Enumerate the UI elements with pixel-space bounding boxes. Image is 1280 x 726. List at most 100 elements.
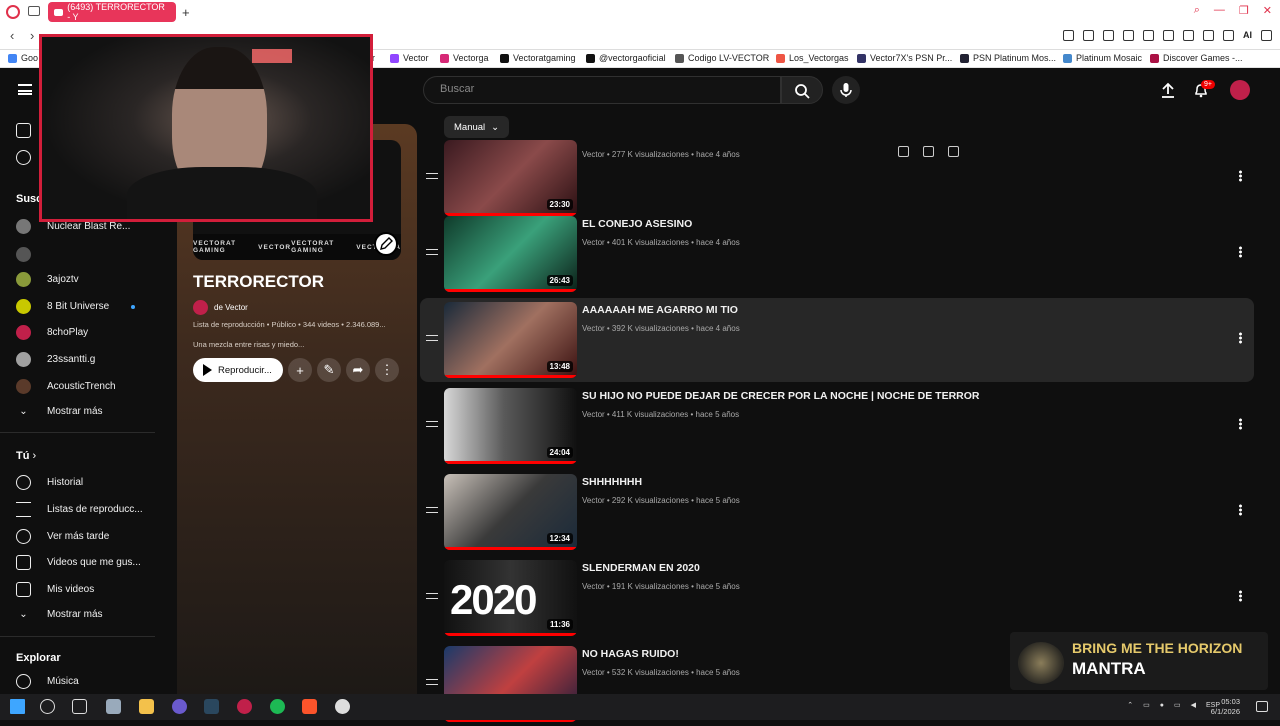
menu-icon[interactable]: [1261, 30, 1272, 41]
search-button[interactable]: [781, 76, 823, 104]
playlist-video-row[interactable]: 24:04 SU HIJO NO PUEDE DEJAR DE CRECER P…: [420, 384, 1254, 468]
bookmark-item[interactable]: Vector7X's PSN Pr...: [857, 53, 952, 63]
sidebar-item-playlists[interactable]: Listas de reproducc...: [16, 502, 143, 517]
video-thumbnail[interactable]: 13:48: [444, 302, 577, 378]
play-all-button[interactable]: Reproducir...: [193, 358, 283, 382]
sidebar-item-liked[interactable]: Videos que me gus...: [16, 555, 141, 570]
search-icon[interactable]: [40, 699, 55, 714]
tab-overview-icon[interactable]: [28, 6, 40, 16]
skip-icon[interactable]: [948, 146, 959, 157]
show-more-subscriptions[interactable]: ⌄ Mostrar más: [16, 406, 102, 417]
playlist-video-row[interactable]: 23:30 Vector • 277 K visualizaciones • h…: [420, 136, 1254, 220]
opera-icon[interactable]: [237, 699, 252, 714]
bookmark-item[interactable]: Platinum Mosaic: [1063, 53, 1142, 63]
back-arrow-icon[interactable]: ‹: [10, 28, 14, 43]
wallet-icon[interactable]: [1203, 30, 1214, 41]
upload-icon[interactable]: [1160, 82, 1176, 98]
opera-logo-icon[interactable]: [6, 5, 20, 19]
subscription-item[interactable]: [16, 247, 47, 262]
video-thumbnail[interactable]: 24:04: [444, 388, 577, 464]
close-window-button[interactable]: ✕: [1263, 4, 1272, 17]
subscription-item[interactable]: 8 Bit Universe: [16, 299, 136, 314]
bookmark-google[interactable]: Goo: [8, 53, 38, 63]
video-menu-icon[interactable]: [1239, 590, 1242, 602]
chevron-up-icon[interactable]: ⌃: [1127, 701, 1133, 709]
brave-icon[interactable]: [302, 699, 317, 714]
playlist-video-row[interactable]: 13:48 AAAAAAH ME AGARRO MI TIO Vector • …: [420, 298, 1254, 382]
playlist-description[interactable]: Una mezcla entre risas y miedo...: [193, 340, 304, 349]
snapshot-icon[interactable]: [1083, 30, 1094, 41]
playlist-video-row[interactable]: 12:34 SHHHHHHH Vector • 292 K visualizac…: [420, 470, 1254, 554]
windows-start-icon[interactable]: [10, 699, 25, 714]
playlist-owner[interactable]: de Vector: [193, 300, 248, 315]
add-button[interactable]: +: [288, 358, 312, 382]
you-heading[interactable]: Tú ›: [16, 450, 36, 462]
file-explorer-icon[interactable]: [139, 699, 154, 714]
sidebar-item-history[interactable]: Historial: [16, 475, 83, 490]
search-input[interactable]: Buscar: [423, 76, 781, 104]
video-title[interactable]: AAAAAAH ME AGARRO MI TIO: [582, 304, 738, 316]
heart-icon[interactable]: [1143, 30, 1154, 41]
more-options-button[interactable]: ⋮: [375, 358, 399, 382]
video-menu-icon[interactable]: [1239, 246, 1242, 258]
bookmark-item[interactable]: Vectoratgaming: [500, 53, 576, 63]
video-title[interactable]: SU HIJO NO PUEDE DEJAR DE CRECER POR LA …: [582, 390, 980, 402]
display-icon[interactable]: ▭: [1174, 701, 1181, 709]
video-menu-icon[interactable]: [1239, 170, 1242, 182]
subscription-item[interactable]: 23ssantti.g: [16, 352, 95, 367]
playlist-video-row[interactable]: 26:43 EL CONEJO ASESINO Vector • 401 K v…: [420, 212, 1254, 296]
download-icon[interactable]: [1223, 30, 1234, 41]
forward-arrow-icon[interactable]: ›: [30, 28, 34, 43]
bookmark-item[interactable]: @vectorgaoficial: [586, 53, 666, 63]
move-icon[interactable]: [923, 146, 934, 157]
video-thumbnail[interactable]: 12:34: [444, 474, 577, 550]
bookmark-icon[interactable]: [1063, 30, 1074, 41]
subscription-item[interactable]: 8choPlay: [16, 325, 88, 340]
app-icon[interactable]: [106, 699, 121, 714]
popout-icon[interactable]: [898, 146, 909, 157]
video-menu-icon[interactable]: [1239, 418, 1242, 430]
shield-icon[interactable]: [1103, 30, 1114, 41]
bookmark-item[interactable]: Discover Games -...: [1150, 53, 1243, 63]
video-menu-icon[interactable]: [1239, 332, 1242, 344]
extension-d-icon[interactable]: [1163, 30, 1174, 41]
sort-dropdown[interactable]: Manual ⌄: [444, 116, 510, 138]
video-menu-icon[interactable]: [1239, 504, 1242, 516]
task-view-icon[interactable]: [72, 699, 87, 714]
clock[interactable]: 05:03 6/1/2026: [1211, 697, 1240, 717]
video-title[interactable]: EL CONEJO ASESINO: [582, 218, 692, 230]
volume-icon[interactable]: ◀: [1191, 701, 1196, 709]
spotify-icon[interactable]: [270, 699, 285, 714]
bookmark-item[interactable]: PSN Platinum Mos...: [960, 53, 1056, 63]
drag-handle-icon[interactable]: [426, 421, 438, 427]
bookmark-item[interactable]: Vectorga: [440, 53, 489, 63]
voice-search-button[interactable]: [832, 76, 860, 104]
notifications-icon[interactable]: [1256, 701, 1268, 712]
sidebar-item-watch-later[interactable]: Ver más tarde: [16, 529, 109, 544]
video-title[interactable]: NO HAGAS RUIDO!: [582, 648, 679, 660]
play-icon[interactable]: [1123, 30, 1134, 41]
drag-handle-icon[interactable]: [426, 249, 438, 255]
bookmark-item[interactable]: Los_Vectorgas: [776, 53, 849, 63]
drag-handle-icon[interactable]: [426, 507, 438, 513]
hamburger-menu-icon[interactable]: [18, 84, 32, 95]
sidebar-item-my-videos[interactable]: Mis videos: [16, 582, 94, 597]
edit-thumbnail-button[interactable]: [374, 232, 398, 256]
share-button[interactable]: ➦: [346, 358, 370, 382]
video-thumbnail[interactable]: 26:43: [444, 216, 577, 292]
maximize-button[interactable]: ❐: [1239, 4, 1249, 17]
bookmark-item[interactable]: Vector: [390, 53, 429, 63]
sidebar-item-shorts[interactable]: [16, 150, 31, 165]
puzzle-icon[interactable]: [1183, 30, 1194, 41]
minimize-button[interactable]: —: [1214, 4, 1225, 17]
browser-tab-active[interactable]: (6493) TERRORECTOR - Y: [48, 2, 176, 22]
bookmark-item[interactable]: Codigo LV-VECTOR: [675, 53, 769, 63]
sidebar-item-home[interactable]: [16, 123, 31, 138]
subscription-item[interactable]: 3ajoztv: [16, 272, 79, 287]
drag-handle-icon[interactable]: [426, 173, 438, 179]
obs-icon[interactable]: [335, 699, 350, 714]
subscription-item[interactable]: AcousticTrench: [16, 379, 116, 394]
aria-ai-icon[interactable]: AI: [1243, 30, 1252, 41]
app-icon[interactable]: [172, 699, 187, 714]
mic-tray-icon[interactable]: ●: [1160, 702, 1164, 709]
